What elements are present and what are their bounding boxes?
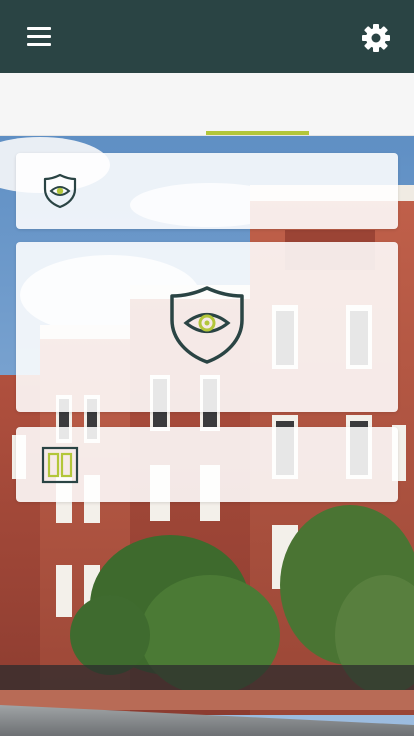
panel-card[interactable]	[16, 427, 398, 502]
tab-bar	[0, 73, 414, 136]
hamburger-menu-icon[interactable]	[23, 22, 55, 52]
shield-eye-icon	[170, 286, 244, 364]
tab-2[interactable]	[103, 73, 206, 135]
security-card-small[interactable]	[16, 153, 398, 229]
top-app-bar	[0, 0, 414, 73]
tab-1[interactable]	[0, 73, 103, 135]
gear-icon[interactable]	[359, 21, 393, 55]
tab-4[interactable]	[309, 73, 412, 135]
dual-panel-icon	[41, 446, 79, 484]
app-screen	[0, 0, 414, 736]
shield-eye-icon	[43, 173, 77, 209]
tab-3[interactable]	[206, 73, 309, 135]
active-tab-indicator	[206, 131, 309, 135]
security-card-large[interactable]	[16, 242, 398, 412]
